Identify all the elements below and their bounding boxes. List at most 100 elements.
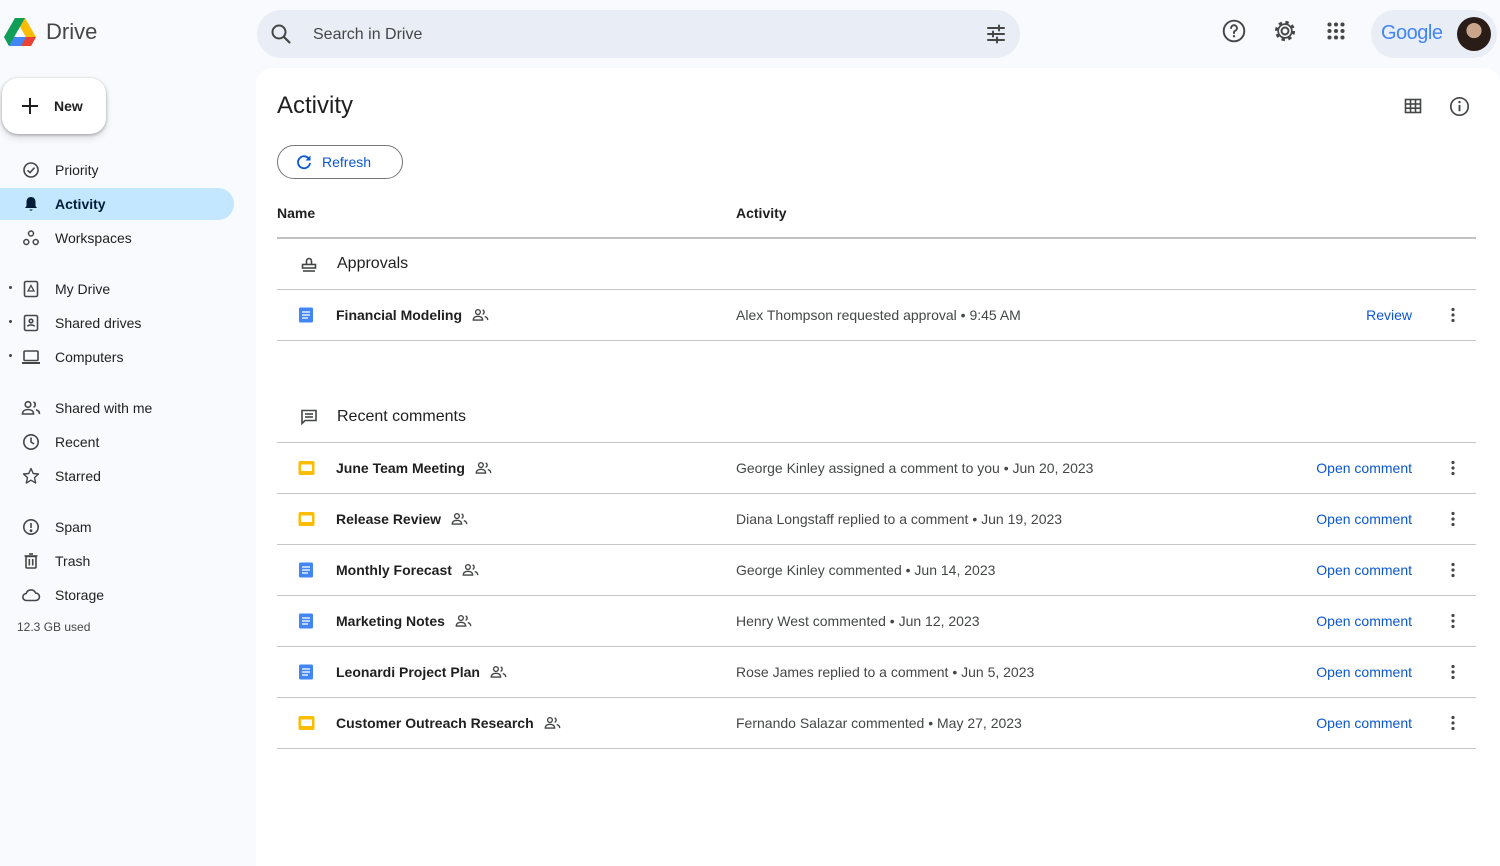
open-comment-link[interactable]: Open comment: [1316, 545, 1412, 595]
help-icon[interactable]: [1221, 18, 1247, 44]
sidebar-item-label: Starred: [55, 468, 101, 484]
apps-grid-icon[interactable]: [1323, 18, 1349, 44]
trash-icon: [20, 552, 42, 570]
sidebar-item-recent[interactable]: Recent: [0, 426, 234, 458]
expand-caret-icon[interactable]: [9, 286, 12, 289]
activity-text: George Kinley assigned a comment to you …: [736, 460, 1094, 476]
more-vert-icon[interactable]: [1450, 307, 1456, 323]
open-comment-link[interactable]: Open comment: [1316, 596, 1412, 646]
sidebar-item-shared-with-me[interactable]: Shared with me: [0, 392, 234, 424]
my-drive-icon: [20, 280, 42, 298]
refresh-button[interactable]: Refresh: [277, 145, 403, 179]
more-vert-icon[interactable]: [1450, 715, 1456, 731]
table-row[interactable]: June Team Meeting George Kinley assigned …: [277, 443, 1476, 493]
table-row[interactable]: Customer Outreach Research Fernando Salaz…: [277, 698, 1476, 748]
top-bar: Drive Google: [0, 0, 1500, 68]
activity-text: Diana Longstaff replied to a comment • J…: [736, 511, 1063, 527]
drive-logo-link[interactable]: Drive: [4, 18, 97, 46]
google-wordmark: Google: [1381, 22, 1443, 45]
open-comment-link[interactable]: Open comment: [1316, 443, 1412, 493]
sidebar-item-label: Trash: [55, 553, 91, 569]
sidebar-item-label: Shared drives: [55, 315, 142, 331]
row-divider: [277, 748, 1476, 749]
sidebar-item-label: Workspaces: [55, 230, 132, 246]
shared-people-icon: [462, 563, 479, 577]
sidebar-item-label: Computers: [55, 349, 124, 365]
storage-used-text: 12.3 GB used: [17, 620, 91, 634]
file-name: Monthly Forecast: [336, 545, 479, 595]
google-docs-icon: [298, 307, 314, 323]
section-recent-comments: Recent comments: [277, 392, 1476, 442]
main-panel: Activity Refresh Name Activity Approvals: [256, 68, 1500, 866]
sidebar-item-trash[interactable]: Trash: [0, 545, 234, 577]
sidebar-item-workspaces[interactable]: Workspaces: [0, 222, 234, 254]
comment-icon: [300, 408, 318, 426]
sidebar-item-starred[interactable]: Starred: [0, 460, 234, 492]
info-icon[interactable]: [1449, 96, 1470, 117]
settings-gear-icon[interactable]: [1272, 18, 1298, 44]
search-icon[interactable]: [269, 22, 293, 46]
shared-drives-icon: [20, 314, 42, 332]
more-vert-icon[interactable]: [1450, 664, 1456, 680]
search-input[interactable]: [311, 10, 955, 60]
table-row[interactable]: Financial Modeling Alex Thompson request…: [277, 290, 1476, 340]
sidebar-item-shared-drives[interactable]: Shared drives: [0, 307, 234, 339]
table-row[interactable]: Marketing Notes Henry West commented • Ju…: [277, 596, 1476, 646]
file-name: Financial Modeling: [336, 290, 489, 340]
drive-logo-icon: [4, 18, 36, 46]
sidebar-item-label: Priority: [55, 162, 99, 178]
activity-text: Henry West commented • Jun 12, 2023: [736, 613, 980, 629]
shared-people-icon: [544, 716, 561, 730]
search-options-icon[interactable]: [984, 22, 1008, 46]
star-icon: [20, 467, 42, 485]
google-docs-icon: [298, 664, 314, 680]
open-comment-link[interactable]: Open comment: [1316, 494, 1412, 544]
more-vert-icon[interactable]: [1450, 460, 1456, 476]
column-header-activity: Activity: [736, 205, 787, 221]
sidebar-item-activity[interactable]: Activity: [0, 188, 234, 220]
file-name: Leonardi Project Plan: [336, 647, 507, 697]
workspaces-icon: [20, 229, 42, 247]
section-label: Approvals: [337, 255, 409, 272]
expand-caret-icon[interactable]: [9, 354, 12, 357]
activity-text: Fernando Salazar commented • May 27, 202…: [736, 715, 1022, 731]
user-avatar[interactable]: [1457, 17, 1491, 51]
file-name-text: Monthly Forecast: [336, 562, 452, 578]
sidebar-item-label: Activity: [55, 196, 106, 212]
grid-view-icon[interactable]: [1404, 98, 1422, 114]
open-comment-link[interactable]: Open comment: [1316, 698, 1412, 748]
file-name-text: Customer Outreach Research: [336, 715, 534, 731]
more-vert-icon[interactable]: [1450, 562, 1456, 578]
sidebar-item-label: Recent: [55, 434, 100, 450]
new-button[interactable]: New: [2, 78, 106, 134]
account-switcher[interactable]: Google: [1371, 10, 1497, 58]
shared-people-icon: [455, 614, 472, 628]
column-header-name[interactable]: Name: [277, 196, 315, 238]
table-row[interactable]: Release Review Diana Longstaff replied to…: [277, 494, 1476, 544]
sidebar-item-computers[interactable]: Computers: [0, 341, 234, 373]
more-vert-icon[interactable]: [1450, 613, 1456, 629]
clock-icon: [20, 433, 42, 451]
file-name-text: June Team Meeting: [336, 460, 465, 476]
shared-people-icon: [490, 665, 507, 679]
sidebar-item-storage[interactable]: Storage: [0, 579, 234, 611]
shared-people-icon: [451, 512, 468, 526]
bell-icon: [20, 195, 42, 213]
google-slides-icon: [298, 511, 315, 527]
google-slides-icon: [298, 460, 315, 476]
table-row[interactable]: Leonardi Project Plan Rose James replied …: [277, 647, 1476, 697]
row-divider: [277, 340, 1476, 341]
search-bar[interactable]: [257, 10, 1020, 60]
review-link[interactable]: Review: [1366, 290, 1412, 340]
expand-caret-icon[interactable]: [9, 320, 12, 323]
more-vert-icon[interactable]: [1450, 511, 1456, 527]
sidebar-item-priority[interactable]: Priority: [0, 154, 234, 186]
file-name: Customer Outreach Research: [336, 698, 561, 748]
shared-people-icon: [475, 461, 492, 475]
open-comment-link[interactable]: Open comment: [1316, 647, 1412, 697]
activity-text: Rose James replied to a comment • Jun 5,…: [736, 664, 1035, 680]
google-docs-icon: [298, 562, 314, 578]
sidebar-item-my-drive[interactable]: My Drive: [0, 273, 234, 305]
table-row[interactable]: Monthly Forecast George Kinley commented …: [277, 545, 1476, 595]
sidebar-item-spam[interactable]: Spam: [0, 511, 234, 543]
